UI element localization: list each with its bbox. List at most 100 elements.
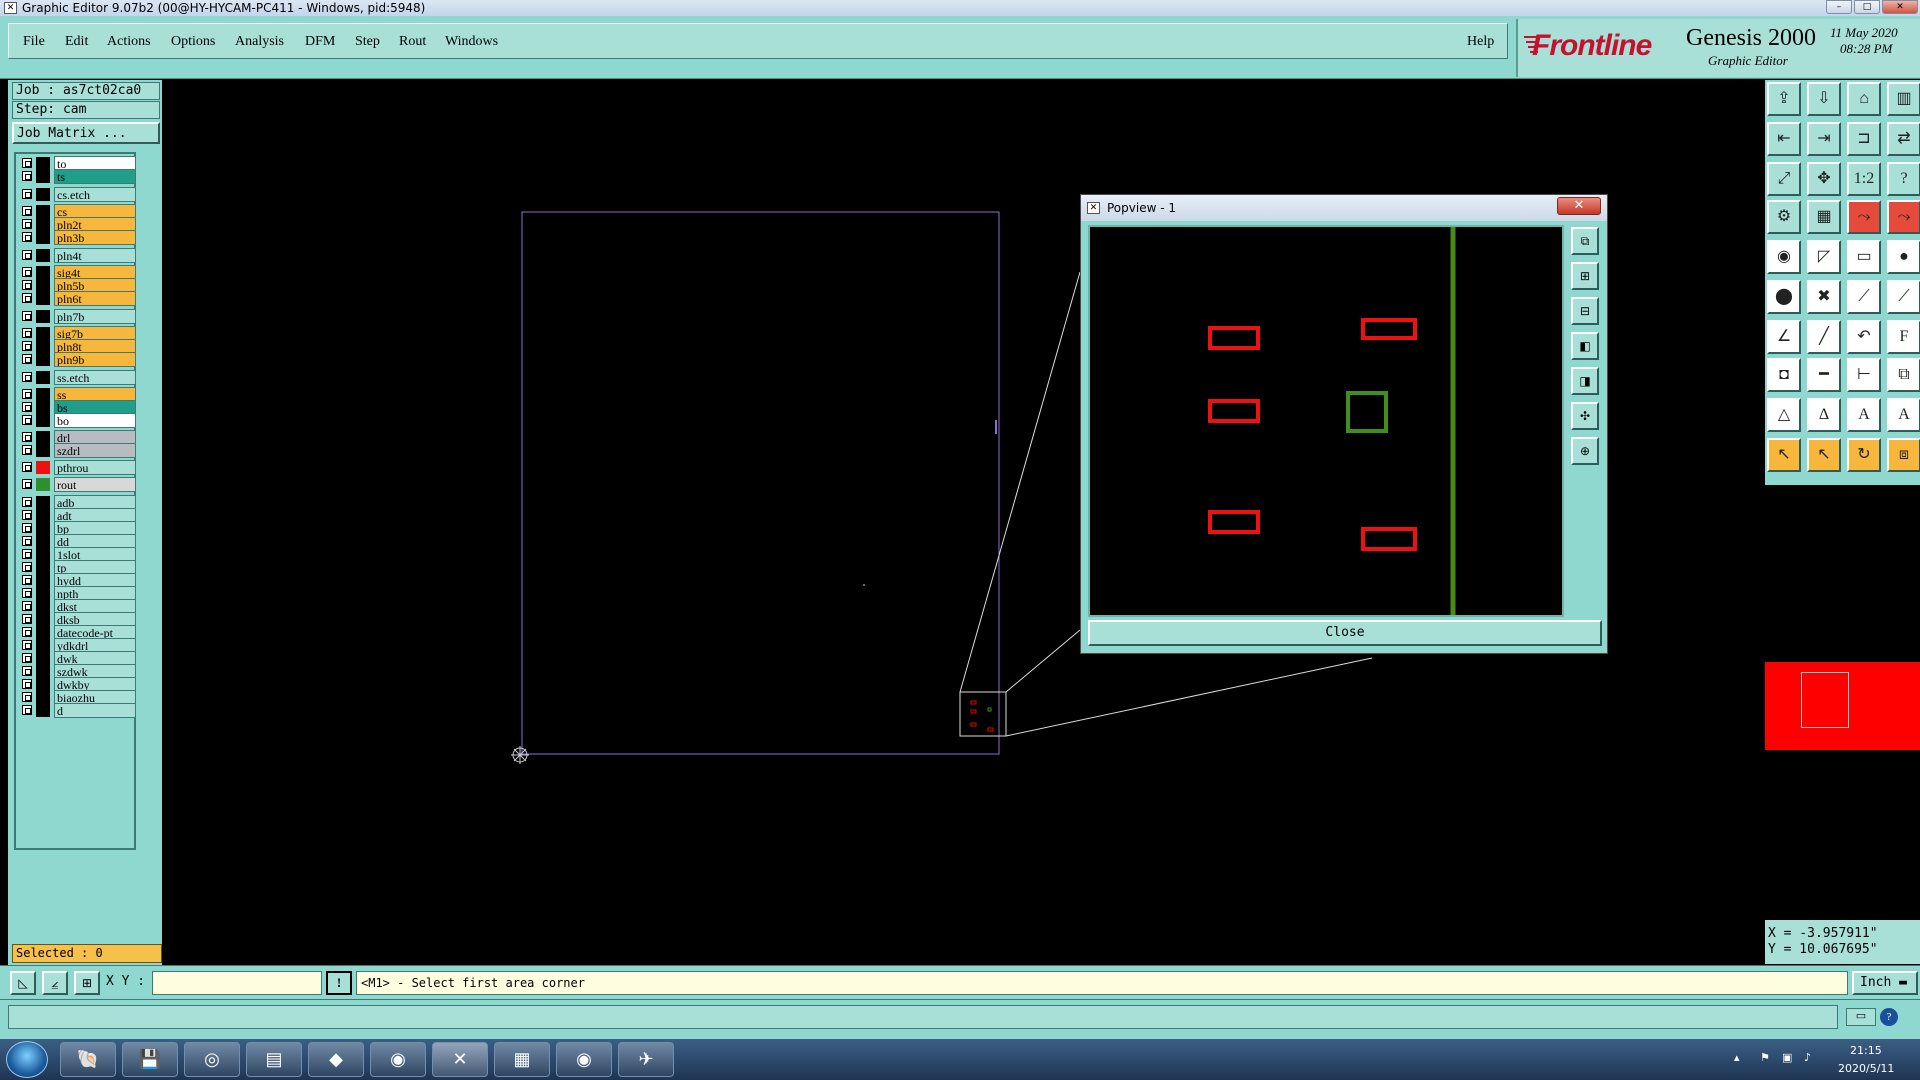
layer-checkbox[interactable]	[22, 523, 32, 533]
layer-color-swatch[interactable]	[36, 461, 50, 474]
menu-analysis[interactable]: Analysis	[235, 34, 284, 50]
tray-network-icon[interactable]: ▣	[1782, 1051, 1792, 1064]
layer-checkbox[interactable]	[22, 189, 32, 199]
layer-checkbox[interactable]	[22, 549, 32, 559]
popview-close-button[interactable]: Close	[1088, 620, 1602, 646]
layer-checkbox[interactable]	[22, 445, 32, 455]
task-notepad-icon[interactable]: ▤	[246, 1042, 302, 1077]
layer-name[interactable]: pln4t	[54, 248, 136, 263]
layer-color-swatch[interactable]	[36, 478, 50, 491]
menu-dfm[interactable]: DFM	[305, 34, 335, 50]
layer-checkbox[interactable]	[22, 479, 32, 489]
task-eye2-icon[interactable]: ◉	[556, 1042, 612, 1077]
units-selector[interactable]: Inch ▬	[1852, 971, 1918, 995]
select-pad-icon[interactable]: ◉	[1767, 240, 1801, 274]
layer-checkbox[interactable]	[22, 402, 32, 412]
menu-options[interactable]: Options	[171, 34, 215, 50]
tray-volume-icon[interactable]: ♪	[1804, 1051, 1811, 1064]
layer-checkbox[interactable]	[22, 432, 32, 442]
triangle4-icon[interactable]: A	[1887, 398, 1920, 432]
layer-row-cs-etch[interactable]: cs.etch	[18, 187, 136, 202]
popview-pan-right-icon[interactable]: ◨	[1571, 367, 1599, 395]
task-genesis-icon[interactable]: ✕	[432, 1042, 488, 1077]
layer-checkbox[interactable]	[22, 497, 32, 507]
dimension-icon[interactable]: ⊢	[1847, 358, 1881, 392]
clock-time[interactable]: 21:15	[1850, 1044, 1882, 1057]
layer-name[interactable]: pln6t	[54, 291, 136, 306]
layer-checkbox[interactable]	[22, 562, 32, 572]
popview-expand-icon[interactable]: ✣	[1571, 402, 1599, 430]
help-tool-icon[interactable]: ?	[1887, 162, 1920, 196]
layer-color-swatch[interactable]	[36, 170, 50, 183]
connect-icon[interactable]: ⬤	[1767, 280, 1801, 314]
layer-checkbox[interactable]	[22, 692, 32, 702]
layer-name[interactable]: ss.etch	[54, 370, 136, 385]
layer-checkbox[interactable]	[22, 293, 32, 303]
settings-icon[interactable]: ⚙	[1767, 200, 1801, 234]
layer-row-d[interactable]: d	[18, 703, 136, 718]
layer-row-pln4t[interactable]: pln4t	[18, 248, 136, 263]
overview-preview[interactable]	[1765, 662, 1920, 750]
layer-row-pln3b[interactable]: pln3b	[18, 230, 136, 245]
xy-input[interactable]	[152, 971, 322, 995]
pointer-icon[interactable]: ↖	[1767, 438, 1801, 472]
pointer2-icon[interactable]: ↖	[1807, 438, 1841, 472]
menu-windows[interactable]: Windows	[445, 34, 498, 50]
layer-name[interactable]: ts	[54, 169, 136, 184]
group-icon[interactable]: ⧈	[1887, 438, 1920, 472]
layer-row-bo[interactable]: bo	[18, 413, 136, 428]
layer-checkbox[interactable]	[22, 601, 32, 611]
tray-arrow-icon[interactable]: ▴	[1734, 1051, 1740, 1064]
menu-edit[interactable]: Edit	[65, 34, 88, 50]
text-icon[interactable]: F	[1887, 320, 1920, 354]
layer-color-swatch[interactable]	[36, 292, 50, 305]
tray-flag-icon[interactable]: ⚑	[1760, 1051, 1770, 1064]
layer-row-szdrl[interactable]: szdrl	[18, 443, 136, 458]
layer-checkbox[interactable]	[22, 250, 32, 260]
popview-zoom-in-icon[interactable]: ⊞	[1571, 262, 1599, 290]
node-icon[interactable]: ◘	[1767, 358, 1801, 392]
task-shell-icon[interactable]: 🐚	[60, 1042, 116, 1077]
layer-checkbox[interactable]	[22, 389, 32, 399]
layer-color-swatch[interactable]	[36, 249, 50, 262]
layer-checkbox[interactable]	[22, 171, 32, 181]
scale-icon[interactable]: 1:2	[1847, 162, 1881, 196]
layer-checkbox[interactable]	[22, 267, 32, 277]
task-save-icon[interactable]: 💾	[122, 1042, 178, 1077]
layer-color-swatch[interactable]	[36, 353, 50, 366]
menu-file[interactable]: File	[23, 34, 45, 50]
triangle3-icon[interactable]: A	[1847, 398, 1881, 432]
layer-checkbox[interactable]	[22, 510, 32, 520]
menu-step[interactable]: Step	[355, 34, 380, 50]
layer-checkbox[interactable]	[22, 653, 32, 663]
layer-checkbox[interactable]	[22, 158, 32, 168]
task-excel-icon[interactable]: ▦	[494, 1042, 550, 1077]
layer-checkbox[interactable]	[22, 536, 32, 546]
grid-tool-icon[interactable]: ▦	[1807, 200, 1841, 234]
move-left-icon[interactable]: ⇤	[1767, 122, 1801, 156]
keyboard-icon[interactable]: ▭	[1846, 1008, 1876, 1026]
edge-icon[interactable]: ⟋	[1847, 280, 1881, 314]
start-button[interactable]	[6, 1041, 48, 1078]
alert-button[interactable]: !	[326, 971, 352, 995]
line-icon[interactable]: ◸	[1807, 240, 1841, 274]
menu-actions[interactable]: Actions	[107, 34, 151, 50]
layer-checkbox[interactable]	[22, 206, 32, 216]
grid-icon[interactable]: ⊞	[74, 971, 100, 995]
layer-color-swatch[interactable]	[36, 231, 50, 244]
help-icon[interactable]: ?	[1880, 1008, 1898, 1026]
job-matrix-button[interactable]: Job Matrix ...	[12, 122, 160, 144]
layer-checkbox[interactable]	[22, 311, 32, 321]
rotate-icon[interactable]: ↻	[1847, 438, 1881, 472]
layer-checkbox[interactable]	[22, 666, 32, 676]
layer-checkbox[interactable]	[22, 640, 32, 650]
ruler-icon[interactable]: ▭	[1847, 240, 1881, 274]
route-icon[interactable]: ⤳	[1847, 200, 1881, 234]
layer-checkbox[interactable]	[22, 219, 32, 229]
export-icon[interactable]: ⇪	[1767, 82, 1801, 116]
layer-name[interactable]: pln9b	[54, 352, 136, 367]
measure-icon[interactable]: ⦤	[42, 971, 68, 995]
popview-canvas[interactable]	[1088, 225, 1564, 617]
stretch-icon[interactable]: ⇄	[1887, 122, 1920, 156]
layer-checkbox[interactable]	[22, 354, 32, 364]
